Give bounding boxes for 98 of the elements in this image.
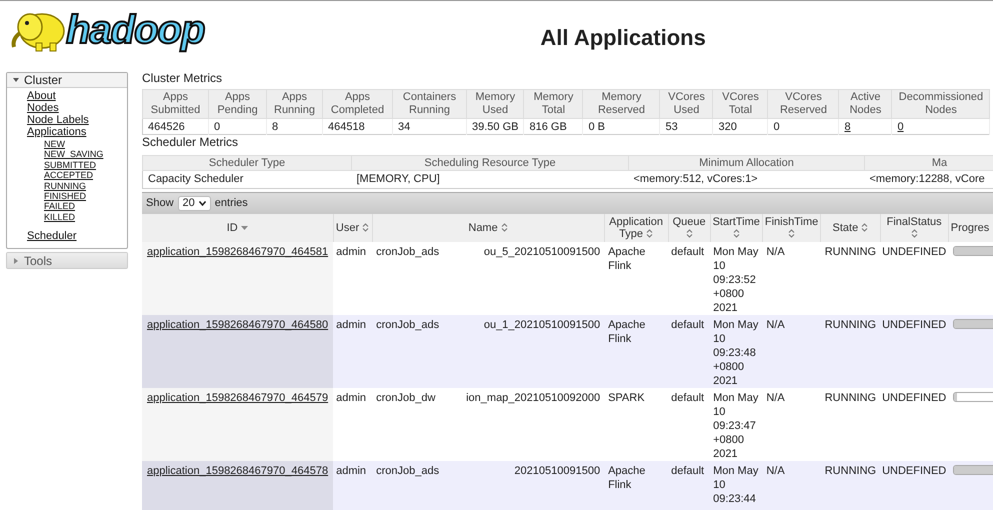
section-title: Scheduler Metrics: [142, 135, 240, 151]
table-cell: N/A: [766, 464, 785, 476]
nav-sublink[interactable]: NEW: [44, 139, 65, 150]
application-link[interactable]: application_1598268467970_464580: [147, 318, 328, 330]
column-header: Ma: [864, 156, 993, 170]
column-header: Decommissioned Nodes: [892, 90, 990, 118]
page-size-select[interactable]: 20: [178, 196, 211, 210]
column-header: Apps Pending: [208, 90, 266, 118]
section-title: Cluster Metrics: [142, 71, 224, 86]
column-header: Apps Running: [266, 90, 322, 118]
nav-sublink[interactable]: SUBMITTED: [44, 160, 96, 170]
column-header: Scheduler Type: [142, 156, 352, 170]
metric-value: 0 B: [588, 120, 605, 132]
table-cell: UNDEFINED: [882, 392, 946, 404]
name-text: ou_5_20210510091500: [484, 244, 600, 258]
metric-value: 464518: [328, 120, 365, 132]
nav-link[interactable]: About: [27, 90, 56, 102]
column-header: Memory Used: [466, 90, 524, 118]
table-cell: N/A: [766, 246, 785, 258]
table-cell-text: Apache Flink: [608, 318, 646, 346]
table-cell: UNDEFINED: [882, 318, 946, 330]
name-text: ion_map_20210510092000: [466, 390, 600, 404]
entries-label: entries: [214, 196, 248, 211]
table-cell: default: [671, 464, 704, 476]
table-cell: Mon May 10 09:23:52 +0800 2021: [713, 244, 760, 314]
caret-down-icon: [13, 77, 19, 83]
column-header: VCores Used: [660, 90, 713, 118]
metric-value: 464526: [148, 120, 185, 132]
section-header[interactable]: Cluster: [7, 73, 127, 88]
name-text: cronJob_ads: [376, 244, 440, 258]
table-cell: Mon May 10 09:23:48 +0800 2021: [713, 318, 760, 388]
application-link[interactable]: application_1598268467970_464581: [147, 246, 328, 258]
metric-value: <memory:512, vCores:1>: [634, 173, 758, 185]
section-header[interactable]: Tools: [7, 253, 127, 268]
table-cell: admin: [336, 318, 366, 330]
table-cell: admin: [336, 392, 366, 404]
metric-value: <memory:12288, vCore: [870, 173, 985, 185]
metric-link[interactable]: 0: [897, 120, 904, 132]
application-link[interactable]: application_1598268467970_464579: [147, 392, 328, 404]
name-text: cronJob_dw: [376, 390, 436, 404]
table-cell: UNDEFINED: [882, 464, 946, 476]
column-header: Memory Reserved: [582, 90, 660, 118]
metric-value: 0: [214, 120, 220, 132]
table-cell-text: SPARK: [608, 390, 646, 404]
metric-value: 0: [773, 120, 780, 132]
table-cell: RUNNING: [824, 392, 876, 404]
metric-value: 8: [272, 120, 278, 132]
chevron-down-icon: [198, 200, 206, 206]
column-header: Apps Submitted: [142, 90, 208, 118]
caret-right-icon: [13, 258, 19, 264]
column-header: Scheduling Resource Type: [352, 156, 628, 170]
table-cell-text: Apache Flink: [608, 244, 646, 272]
metric-value: Capacity Scheduler: [148, 173, 244, 185]
nav-sublink[interactable]: KILLED: [44, 212, 76, 222]
metric-value: 39.50 GB: [472, 120, 518, 132]
column-header: VCores Reserved: [768, 90, 839, 118]
nav-link[interactable]: Applications: [27, 126, 86, 138]
name-text: 20210510091500: [514, 464, 600, 478]
column-header: Apps Completed: [322, 90, 392, 118]
nav-link[interactable]: Node Labels: [27, 114, 89, 126]
column-header: Minimum Allocation: [628, 156, 864, 170]
logo-text: hadoop: [66, 10, 204, 50]
table-cell: default: [671, 318, 704, 330]
table-cell: default: [671, 392, 704, 404]
page-title: All Applications: [540, 24, 706, 52]
nav-link[interactable]: Nodes: [27, 102, 59, 114]
name-text: ou_1_20210510091500: [484, 318, 600, 332]
table-cell: N/A: [766, 318, 785, 330]
column-header: Containers Running: [392, 90, 466, 118]
nav-sublink[interactable]: RUNNING: [44, 180, 86, 192]
table-cell: Mon May 10 09:23:47 +0800 2021: [713, 390, 760, 460]
nav-sublink[interactable]: FINISHED: [44, 191, 86, 202]
column-header: VCores Total: [712, 90, 768, 118]
nav-sublink[interactable]: ACCEPTED: [44, 170, 94, 181]
table-cell: Mon May 10 09:23:44: [713, 464, 760, 506]
column-header: Active Nodes: [838, 90, 892, 118]
table-cell: RUNNING: [824, 318, 876, 330]
column-header: Memory Total: [524, 90, 583, 118]
metric-link[interactable]: 8: [844, 120, 851, 132]
table-cell-text: Apache Flink: [608, 464, 646, 492]
table-cell: default: [671, 246, 704, 258]
table-cell: RUNNING: [824, 246, 876, 258]
name-text: cronJob_ads: [376, 318, 440, 332]
table-cell: admin: [336, 464, 366, 476]
nav-sublink[interactable]: NEW_SAVING: [44, 149, 104, 160]
metric-value: 34: [398, 120, 410, 132]
metric-value: [MEMORY, CPU]: [356, 173, 440, 185]
table-cell: RUNNING: [824, 464, 876, 476]
nav-sublink[interactable]: FAILED: [44, 201, 76, 212]
metric-value: 320: [718, 120, 737, 132]
table-cell: N/A: [766, 392, 785, 404]
show-label: Show: [146, 196, 174, 211]
metric-value: 816 GB: [529, 120, 567, 132]
name-text: cronJob_ads: [376, 464, 440, 478]
nav-link[interactable]: Scheduler: [27, 230, 77, 242]
table-cell: admin: [336, 246, 366, 258]
table-cell: UNDEFINED: [882, 246, 946, 258]
metric-value: 53: [665, 120, 678, 132]
